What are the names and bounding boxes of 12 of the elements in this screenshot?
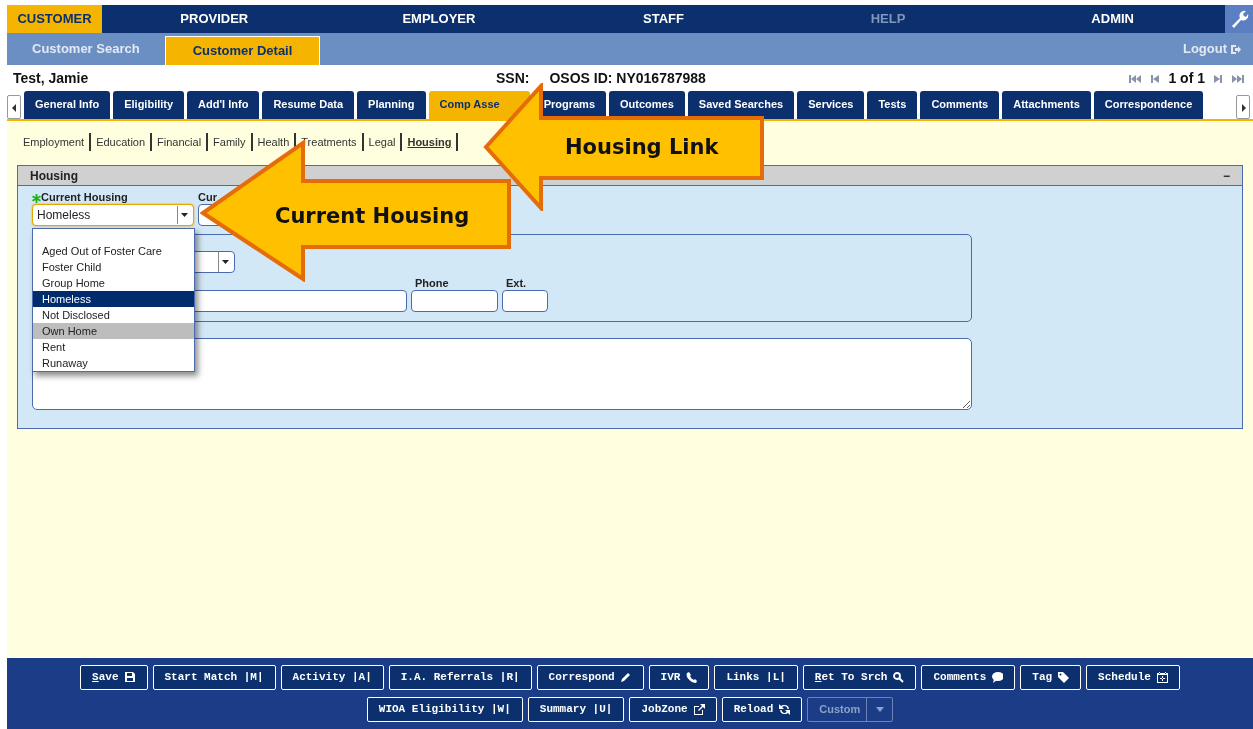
ssn-label: SSN:: [496, 69, 530, 88]
panel-title: Housing: [30, 167, 78, 185]
field-label: Phone: [414, 277, 450, 290]
customer-name: Test, Jamie: [13, 69, 90, 88]
page-count: 1 of 1: [1168, 69, 1205, 88]
callout-tooltip-label: Current Housing: [275, 203, 470, 230]
footer-button: Custom: [807, 697, 894, 722]
field-label: Cur: [198, 191, 218, 204]
field-label-text: Current Housing: [41, 191, 128, 203]
callout-tooltip-label: Housing Link: [565, 134, 719, 161]
field-label: Ext.: [505, 277, 528, 290]
osos-id: OSOS ID: NY016787988: [549, 69, 706, 88]
